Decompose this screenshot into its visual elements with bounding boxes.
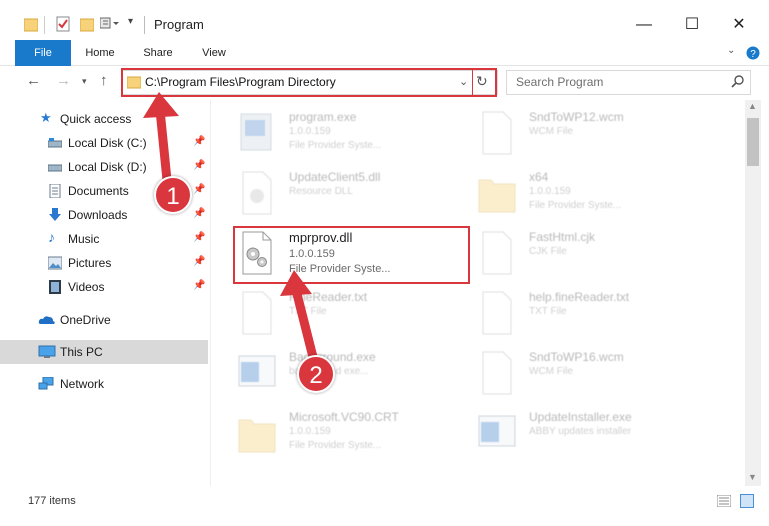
arrow-2-head: [280, 270, 312, 296]
arrow-2: [291, 285, 320, 370]
arrow-1-head: [143, 92, 179, 118]
step-badge-1: 1: [154, 176, 192, 214]
annotation-arrows: [143, 92, 320, 370]
step-badge-2: 2: [297, 355, 335, 393]
